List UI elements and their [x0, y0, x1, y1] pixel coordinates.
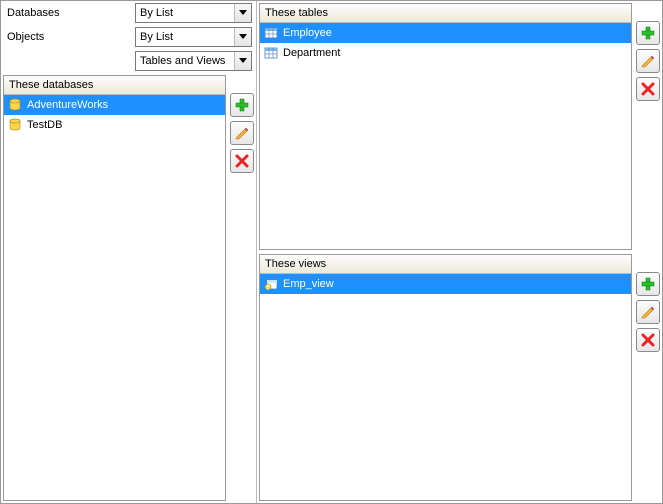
- pencil-icon: [640, 304, 656, 320]
- views-list[interactable]: Emp_view: [260, 274, 631, 500]
- plus-icon: [234, 97, 250, 113]
- add-view-button[interactable]: [636, 272, 660, 296]
- delete-database-button[interactable]: [230, 149, 254, 173]
- table-item[interactable]: Department: [260, 43, 631, 63]
- view-item[interactable]: Emp_view: [260, 274, 631, 294]
- table-item-label: Employee: [283, 27, 332, 39]
- views-header: These views: [260, 255, 631, 274]
- cross-icon: [234, 153, 250, 169]
- table-item[interactable]: Employee: [260, 23, 631, 43]
- edit-view-button[interactable]: [636, 300, 660, 324]
- views-section: These views Emp_view: [259, 254, 660, 501]
- pencil-icon: [234, 125, 250, 141]
- tables-section: These tables Employee Department: [259, 3, 660, 250]
- add-table-button[interactable]: [636, 21, 660, 45]
- views-list-box: These views Emp_view: [259, 254, 632, 501]
- databases-section: These databases AdventureWorks TestDB: [3, 75, 254, 501]
- databases-label: Databases: [5, 7, 135, 19]
- tables-area: These tables Employee Department: [257, 1, 662, 252]
- main-container: Databases By List Objects By List Tables…: [0, 0, 663, 504]
- table-item-icon: [263, 25, 279, 41]
- objects-dropdown[interactable]: By List: [135, 27, 252, 47]
- databases-list-box: These databases AdventureWorks TestDB: [3, 75, 226, 501]
- scope-filter-row: Tables and Views: [1, 49, 256, 73]
- delete-view-button[interactable]: [636, 328, 660, 352]
- database-item-label: AdventureWorks: [27, 99, 108, 111]
- tables-list-box: These tables Employee Department: [259, 3, 632, 250]
- scope-dropdown[interactable]: Tables and Views: [135, 51, 252, 71]
- databases-list[interactable]: AdventureWorks TestDB: [4, 95, 225, 500]
- left-panel: Databases By List Objects By List Tables…: [1, 1, 257, 503]
- databases-header: These databases: [4, 76, 225, 95]
- cross-icon: [640, 332, 656, 348]
- add-database-button[interactable]: [230, 93, 254, 117]
- table-item-icon: [263, 45, 279, 61]
- views-buttons: [636, 254, 660, 501]
- databases-dropdown[interactable]: By List: [135, 3, 252, 23]
- table-item-label: Department: [283, 47, 340, 59]
- view-item-icon: [263, 276, 279, 292]
- right-panel: These tables Employee Department: [257, 1, 662, 503]
- database-item[interactable]: AdventureWorks: [4, 95, 225, 115]
- tables-list[interactable]: Employee Department: [260, 23, 631, 249]
- plus-icon: [640, 276, 656, 292]
- objects-label: Objects: [5, 31, 135, 43]
- databases-filter-row: Databases By List: [1, 1, 256, 25]
- databases-buttons: [230, 75, 254, 501]
- tables-header: These tables: [260, 4, 631, 23]
- views-area: These views Emp_view: [257, 252, 662, 503]
- chevron-down-icon: [234, 28, 251, 46]
- edit-database-button[interactable]: [230, 121, 254, 145]
- tables-buttons: [636, 3, 660, 250]
- objects-dropdown-value: By List: [140, 31, 173, 43]
- database-item-label: TestDB: [27, 119, 62, 131]
- database-item-icon: [7, 117, 23, 133]
- plus-icon: [640, 25, 656, 41]
- database-item-icon: [7, 97, 23, 113]
- databases-dropdown-value: By List: [140, 7, 173, 19]
- chevron-down-icon: [234, 4, 251, 22]
- edit-table-button[interactable]: [636, 49, 660, 73]
- database-item[interactable]: TestDB: [4, 115, 225, 135]
- chevron-down-icon: [234, 52, 251, 70]
- scope-dropdown-value: Tables and Views: [140, 55, 225, 67]
- view-item-label: Emp_view: [283, 278, 334, 290]
- delete-table-button[interactable]: [636, 77, 660, 101]
- pencil-icon: [640, 53, 656, 69]
- objects-filter-row: Objects By List: [1, 25, 256, 49]
- cross-icon: [640, 81, 656, 97]
